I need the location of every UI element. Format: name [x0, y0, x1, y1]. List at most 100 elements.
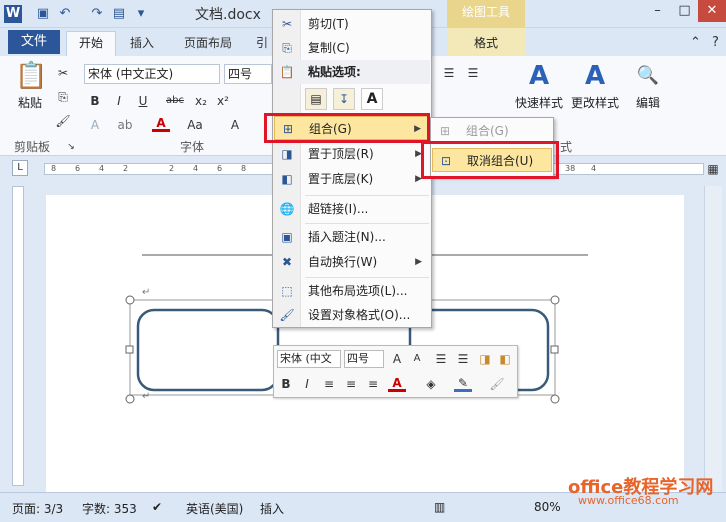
edit-button[interactable]: 🔍 编辑 — [630, 60, 666, 111]
font-color-icon[interactable]: A — [152, 114, 170, 132]
highlight-icon[interactable]: ab — [116, 116, 134, 134]
change-case-icon[interactable]: Aa — [186, 116, 204, 134]
align-left-icon[interactable]: ≡ — [320, 375, 338, 393]
group-icon: ⊞ — [439, 124, 451, 138]
paste-button[interactable]: 📋 粘贴 — [10, 60, 50, 111]
close-button[interactable]: ✕ — [698, 0, 726, 22]
group-label-styles: 式 — [560, 140, 573, 154]
selection-handle — [550, 394, 560, 404]
paste-text-only-icon[interactable]: A — [361, 88, 383, 110]
tab-insert[interactable]: 插入 — [130, 34, 154, 51]
redo-icon[interactable]: ↷ — [88, 5, 106, 23]
fill-color-icon[interactable]: ◈ — [422, 375, 440, 393]
tab-page-layout[interactable]: 页面布局 — [184, 34, 232, 51]
bold-icon[interactable]: B — [86, 92, 104, 110]
status-zoom[interactable]: 80% — [534, 500, 561, 514]
paste-keep-source-icon[interactable]: ▤ — [305, 88, 327, 110]
undo-icon[interactable]: ↶ — [56, 5, 74, 23]
vertical-scrollbar[interactable] — [704, 186, 722, 492]
drawing-tools-label: 绘图工具 — [447, 0, 525, 28]
status-language[interactable]: 英语(美国) — [186, 500, 243, 517]
menu-header-paste-options: 📋 粘贴选项: — [274, 60, 430, 84]
minimize-button[interactable]: – — [644, 0, 671, 22]
change-styles-button[interactable]: A 更改样式 — [568, 60, 622, 111]
window-title: 文档.docx — [195, 7, 261, 23]
superscript-icon[interactable]: x² — [214, 92, 232, 110]
indent-icon[interactable]: ☰ — [454, 350, 472, 368]
font-name-combo[interactable]: 宋体 (中文正文) — [84, 64, 220, 84]
bring-forward-icon[interactable]: ◨ — [476, 350, 494, 368]
bold-icon[interactable]: B — [277, 375, 295, 393]
clipboard-launcher-icon[interactable]: ↘ — [62, 138, 80, 156]
italic-icon[interactable]: I — [298, 375, 316, 393]
paragraph-mark: ↵ — [142, 287, 150, 298]
font-color-icon[interactable]: A — [388, 374, 406, 392]
paragraph-mark: ↵ — [142, 391, 150, 402]
format-object-icon: 🖌 — [279, 308, 295, 322]
menu-item-copy[interactable]: ⎘ 复制(C) — [274, 36, 430, 60]
binoculars-icon: 🔍 — [636, 65, 660, 86]
shrink-font-icon[interactable]: A — [408, 350, 426, 368]
print-icon[interactable]: ▤ — [110, 5, 128, 23]
view-print-layout-icon[interactable]: ▥ — [434, 500, 445, 514]
maximize-button[interactable]: □ — [671, 0, 698, 22]
indent-icon[interactable]: ☰ — [440, 64, 458, 82]
group-label-font: 字体 — [180, 140, 205, 154]
menu-item-bring-front[interactable]: ◨ 置于顶层(R) ▶ — [274, 142, 430, 166]
align-center-icon[interactable]: ≡ — [342, 375, 360, 393]
watermark-url: www.office68.com — [578, 494, 679, 507]
proofing-icon[interactable]: ✔ — [152, 500, 162, 514]
grow-font-icon[interactable]: A — [226, 116, 244, 134]
send-backward-icon[interactable]: ◧ — [496, 350, 514, 368]
qat-dropdown-icon[interactable]: ▾ — [132, 5, 150, 23]
tab-selector-icon[interactable]: L — [12, 160, 28, 176]
layout-icon: ⬚ — [281, 284, 293, 298]
mini-toolbar: 宋体 (中文 四号 A A ☰ ☰ ◨ ◧ B I ≡ ≡ ≡ A ◈ ✎ 🖌 — [273, 345, 518, 398]
menu-item-insert-caption[interactable]: ▣ 插入题注(N)... — [274, 225, 430, 249]
copy-icon[interactable]: ⎘ — [54, 88, 72, 106]
text-effects-icon[interactable]: A — [86, 116, 104, 134]
strikethrough-icon[interactable]: abc — [166, 92, 184, 110]
view-ruler-icon[interactable]: ▦ — [704, 160, 722, 178]
paste-icon: 📋 — [279, 65, 295, 79]
selection-handle — [550, 295, 560, 305]
menu-item-more-layout[interactable]: ⬚ 其他布局选项(L)... — [274, 279, 430, 303]
underline-icon[interactable]: U — [134, 92, 152, 110]
bring-front-icon: ◨ — [281, 147, 293, 161]
tab-format[interactable]: 格式 — [447, 28, 525, 56]
save-icon[interactable]: ▣ — [34, 5, 52, 23]
align-right-icon[interactable]: ≡ — [364, 375, 382, 393]
tab-references[interactable]: 引 — [256, 34, 268, 51]
status-page[interactable]: 页面: 3/3 — [12, 500, 63, 517]
paste-merge-icon[interactable]: ↧ — [333, 88, 355, 110]
status-words[interactable]: 字数: 353 — [82, 500, 137, 517]
menu-item-cut[interactable]: ✂ 剪切(T) — [274, 12, 430, 36]
format-painter-icon[interactable]: 🖌 — [488, 375, 506, 393]
subscript-icon[interactable]: x₂ — [192, 92, 210, 110]
mini-font-size-combo[interactable]: 四号 — [344, 350, 384, 368]
tab-home[interactable]: 开始 — [66, 31, 116, 57]
hyperlink-icon: 🌐 — [279, 202, 295, 216]
format-painter-icon[interactable]: 🖌 — [54, 112, 72, 130]
help-icon[interactable]: ? — [702, 32, 726, 54]
line-color-icon[interactable]: ✎ — [454, 374, 472, 392]
outdent-icon[interactable]: ☰ — [464, 64, 482, 82]
annotation-box-ungroup — [421, 141, 559, 179]
wrap-icon: ✖ — [281, 255, 293, 269]
cut-icon[interactable]: ✂ — [54, 64, 72, 82]
outdent-icon[interactable]: ☰ — [432, 350, 450, 368]
submenu-item-group: ⊞ 组合(G) — [432, 119, 552, 143]
tab-file[interactable]: 文件 — [8, 30, 60, 54]
status-insert-mode[interactable]: 插入 — [260, 500, 284, 517]
mini-font-name-combo[interactable]: 宋体 (中文 — [277, 350, 341, 368]
grow-font-icon[interactable]: A — [388, 350, 406, 368]
italic-icon[interactable]: I — [110, 92, 128, 110]
menu-item-hyperlink[interactable]: 🌐 超链接(I)... — [274, 197, 430, 221]
menu-item-send-back[interactable]: ◧ 置于底层(K) ▶ — [274, 167, 430, 191]
menu-item-text-wrap[interactable]: ✖ 自动换行(W) ▶ — [274, 250, 430, 274]
clipboard-icon: 📋 — [15, 61, 48, 91]
quick-styles-button[interactable]: A 快速样式 — [512, 60, 566, 111]
menu-item-format-object[interactable]: 🖌 设置对象格式(O)... — [274, 303, 430, 327]
send-back-icon: ◧ — [281, 172, 293, 186]
font-size-combo[interactable]: 四号 — [224, 64, 272, 84]
